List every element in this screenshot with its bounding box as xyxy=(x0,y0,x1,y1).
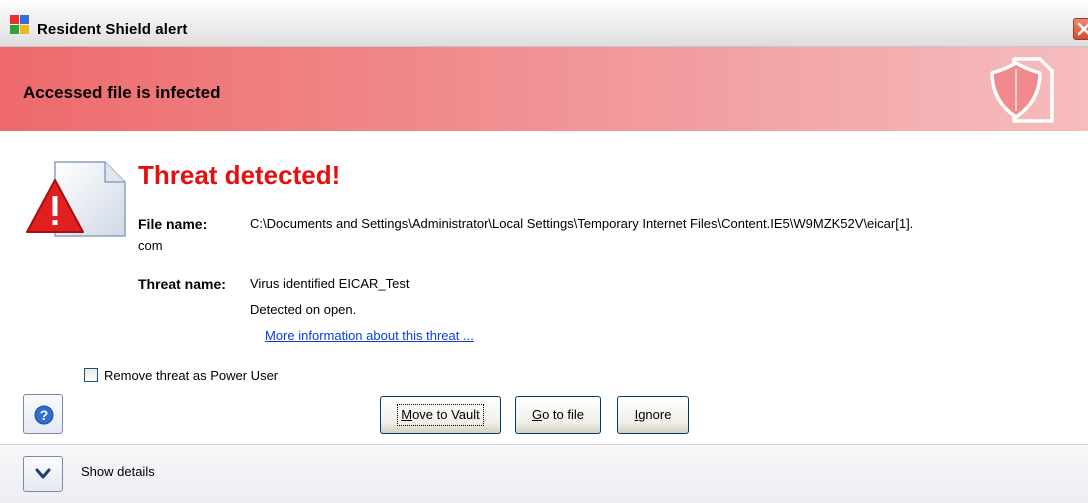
ignore-label: gnore xyxy=(638,407,672,422)
go-to-file-button[interactable]: Go to file xyxy=(515,396,601,434)
detected-on-text: Detected on open. xyxy=(250,302,357,317)
show-details-button[interactable] xyxy=(23,456,63,492)
avg-logo-icon xyxy=(10,15,30,35)
shield-document-icon xyxy=(988,55,1056,128)
go-to-file-label: o to file xyxy=(542,407,585,422)
close-button[interactable] xyxy=(1073,18,1088,40)
close-icon xyxy=(1077,22,1088,36)
move-to-vault-label: ove to Vault xyxy=(412,407,480,422)
move-to-vault-button[interactable]: Move to Vault xyxy=(380,396,501,434)
chevron-down-icon xyxy=(35,468,51,479)
help-button[interactable]: ? xyxy=(23,394,63,434)
remove-as-power-user-checkbox[interactable] xyxy=(84,368,98,382)
footer-bar xyxy=(0,445,1088,503)
threat-detected-title: Threat detected! xyxy=(138,160,341,190)
go-to-file-mnemonic: G xyxy=(531,407,543,422)
alert-banner: Accessed file is infected xyxy=(0,47,1088,131)
title-bar[interactable]: Resident Shield alert xyxy=(0,0,1088,47)
more-info-link[interactable]: More information about this threat ... xyxy=(265,328,474,343)
svg-text:?: ? xyxy=(40,407,49,423)
resident-shield-alert-window: Resident Shield alert Accessed file is i… xyxy=(0,0,1088,503)
ignore-button[interactable]: Ignore xyxy=(617,396,689,434)
remove-as-power-user-label[interactable]: Remove threat as Power User xyxy=(104,368,278,383)
file-name-label: File name: xyxy=(138,216,208,232)
show-details-label[interactable]: Show details xyxy=(81,464,155,479)
help-icon: ? xyxy=(34,405,54,425)
file-path-value-line2: com xyxy=(138,238,163,253)
threat-name-label: Threat name: xyxy=(138,276,226,292)
window-title: Resident Shield alert xyxy=(37,21,188,38)
warning-document-icon xyxy=(25,160,127,243)
move-to-vault-mnemonic: M xyxy=(401,407,413,422)
threat-name-value: Virus identified EICAR_Test xyxy=(250,276,410,291)
banner-text: Accessed file is infected xyxy=(23,83,221,102)
file-path-value-line1: C:\Documents and Settings\Administrator\… xyxy=(250,216,914,231)
